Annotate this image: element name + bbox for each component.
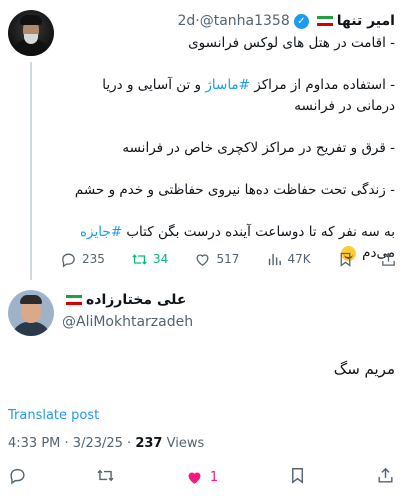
like-count: 1 [209, 469, 219, 485]
share-icon [382, 252, 395, 266]
avatar-hair [20, 295, 42, 304]
post-views-count: 237 [135, 436, 163, 451]
share-button[interactable] [380, 251, 397, 268]
retweet-count: 34 [153, 252, 169, 266]
like-button[interactable]: 1 [185, 468, 218, 487]
reply-author-avatar[interactable] [8, 290, 54, 336]
bookmark-button[interactable] [337, 251, 354, 268]
retweet-button[interactable]: 34 [131, 251, 168, 268]
analytics-icon [268, 253, 281, 265]
bookmark-icon [340, 252, 351, 267]
retweet-icon [97, 469, 114, 481]
thread-line [30, 62, 32, 280]
author-avatar[interactable] [8, 10, 54, 56]
post-date[interactable]: 3/23/25 [73, 436, 123, 451]
reply-button[interactable]: 235 [60, 251, 105, 268]
share-icon [378, 467, 393, 483]
author-name[interactable]: امیر تنها [337, 13, 395, 29]
like-button[interactable]: 517 [194, 251, 239, 268]
bookmark-icon [291, 467, 303, 484]
reply-author-handle[interactable]: @AliMokhtarzadeh [62, 314, 193, 330]
reply-text: مریم سگ [333, 360, 395, 378]
views-count: 47K [287, 252, 311, 266]
tweet-line: - استفاده مداوم از مراکز #ماساژ و تن آسا… [102, 77, 395, 114]
verified-badge-icon[interactable]: ✓ [293, 13, 309, 29]
tweet-line: - اقامت در هتل های لوکس فرانسوی [188, 35, 395, 51]
iran-flag-icon [316, 15, 333, 27]
author-handle[interactable]: @tanha1358 [200, 13, 290, 29]
tweet-body: - اقامت در هتل های لوکس فرانسوی - استفاد… [62, 33, 395, 264]
reply-author-name[interactable]: علی مختارزاده [86, 292, 186, 308]
retweet-button[interactable] [96, 466, 115, 489]
like-count: 517 [216, 252, 240, 266]
heart-icon [197, 253, 209, 266]
reply-icon [10, 468, 25, 484]
heart-filled-icon [188, 472, 201, 484]
reply-icon [62, 253, 75, 268]
share-button[interactable] [376, 466, 395, 489]
reply-action-bar: 1 [8, 462, 395, 492]
tweet-actions: 235 34 517 47K [60, 248, 397, 270]
translate-post-link[interactable]: Translate post [8, 408, 99, 423]
reply-button[interactable] [8, 466, 27, 489]
separator-dot: · [195, 13, 200, 29]
bookmark-button[interactable] [288, 466, 307, 489]
views-button[interactable]: 47K [266, 251, 311, 268]
hashtag-link[interactable]: #ماساژ [205, 77, 250, 93]
post-views-label: Views [166, 436, 205, 451]
post-metadata: 4:33 PM · 3/23/25 · 237 Views [8, 436, 205, 451]
retweet-icon [132, 253, 147, 265]
iran-flag-icon [66, 294, 82, 306]
reply-author-name-row[interactable]: علی مختارزاده [62, 292, 186, 308]
tweet-time[interactable]: 2d [177, 13, 195, 29]
tweet-header: امیر تنها ✓ @tanha1358 · 2d [60, 10, 395, 32]
original-tweet[interactable]: امیر تنها ✓ @tanha1358 · 2d - اقامت در ه… [0, 0, 405, 280]
hashtag-link[interactable]: #جایزه [80, 224, 122, 240]
reply-count: 235 [82, 252, 105, 266]
tweet-line: - قرق و تفریح در مراکز لاکچری خاص در فرا… [122, 140, 395, 156]
post-time[interactable]: 4:33 PM [8, 436, 60, 451]
tweet-line: - زندگی تحت حفاظت ده‌ها نیروی حفاظتی و خ… [74, 182, 395, 198]
avatar-figure [12, 322, 50, 336]
avatar-turban [20, 15, 42, 25]
